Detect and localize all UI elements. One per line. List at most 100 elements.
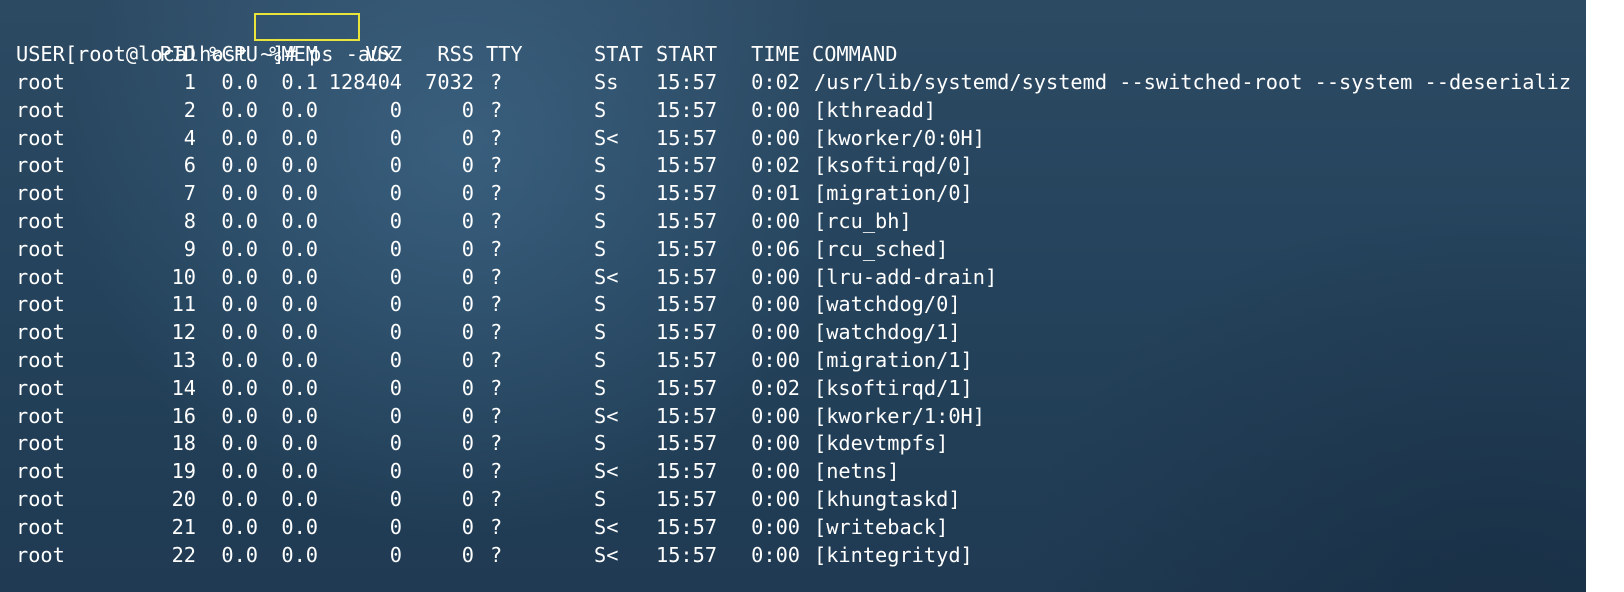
cell-stat: S — [594, 320, 607, 345]
cell-mem: 0.0 — [281, 264, 318, 289]
cell-tty: ? — [490, 153, 503, 178]
cell-cpu: 0.0 — [221, 487, 258, 511]
cell-time: 0:00 — [751, 292, 800, 317]
header-vsz: VSZ — [365, 42, 402, 66]
cell-user: root — [16, 487, 65, 511]
cell-time: 0:00 — [751, 97, 800, 122]
process-row: root 11 0.0 0.0 0 0 ? S 15:57 0:00 [watc… — [16, 290, 961, 318]
cell-mem: 0.0 — [281, 375, 318, 400]
cell-command: [ksoftirqd/1] — [814, 375, 973, 400]
cell-tty: ? — [490, 320, 503, 345]
cell-tty: ? — [490, 264, 503, 289]
cell-vsz: 0 — [389, 375, 402, 400]
cell-vsz: 128404 — [328, 70, 402, 94]
cell-user: root — [16, 431, 65, 456]
cell-mem: 0.0 — [281, 403, 318, 428]
process-row: root 4 0.0 0.0 0 0 ? S< 15:57 0:00 [kwor… — [16, 124, 985, 152]
cell-start: 15:57 — [656, 542, 718, 567]
cell-start: 15:57 — [656, 264, 718, 289]
header-user: USER — [16, 42, 65, 66]
cell-vsz: 0 — [389, 459, 402, 484]
cell-vsz: 0 — [389, 542, 402, 567]
cell-vsz: 0 — [389, 181, 402, 206]
cell-cpu: 0.0 — [221, 292, 258, 317]
cell-user: root — [16, 125, 65, 150]
cell-command: [ksoftirqd/0] — [814, 153, 973, 178]
cell-command: [kworker/0:0H] — [814, 125, 985, 150]
process-row: root 2 0.0 0.0 0 0 ? S 15:57 0:00 [kthre… — [16, 96, 936, 124]
cell-stat: S< — [594, 542, 619, 567]
cell-start: 15:57 — [656, 403, 718, 428]
cell-stat: S< — [594, 403, 619, 428]
cell-stat: S — [594, 181, 607, 206]
cell-cpu: 0.0 — [221, 70, 258, 94]
cell-user: root — [16, 403, 65, 428]
cell-time: 0:01 — [751, 181, 800, 206]
cell-start: 15:57 — [656, 153, 718, 178]
cell-stat: S — [594, 431, 607, 456]
cell-tty: ? — [490, 292, 503, 317]
cell-command: [writeback] — [814, 514, 949, 539]
cell-mem: 0.0 — [281, 181, 318, 206]
process-row: root 16 0.0 0.0 0 0 ? S< 15:57 0:00 [kwo… — [16, 402, 985, 430]
cell-tty: ? — [490, 236, 503, 261]
cell-pid: 14 — [171, 375, 196, 400]
header-tty: TTY — [486, 42, 523, 66]
header-cpu: %CPU — [209, 42, 258, 66]
cell-cpu: 0.0 — [221, 153, 258, 178]
process-row: root 13 0.0 0.0 0 0 ? S 15:57 0:00 [migr… — [16, 346, 973, 374]
cell-user: root — [16, 153, 65, 178]
cell-start: 15:57 — [656, 320, 718, 345]
cell-pid: 9 — [183, 236, 196, 261]
cell-command: [rcu_bh] — [814, 209, 912, 233]
cell-stat: S< — [594, 459, 619, 484]
cell-vsz: 0 — [389, 403, 402, 428]
cell-user: root — [16, 209, 65, 233]
window-edge — [1586, 0, 1624, 592]
cell-cpu: 0.0 — [221, 514, 258, 539]
cell-vsz: 0 — [389, 348, 402, 372]
cell-start: 15:57 — [656, 292, 718, 317]
cell-start: 15:57 — [656, 209, 718, 233]
cell-rss: 0 — [461, 97, 474, 122]
cell-start: 15:57 — [656, 181, 718, 206]
cell-time: 0:00 — [751, 487, 800, 511]
cell-start: 15:57 — [656, 375, 718, 400]
cell-user: root — [16, 97, 65, 122]
terminal-window[interactable]: [root@localhost ~]# ps -aux USER PID %CP… — [0, 0, 1624, 592]
cell-cpu: 0.0 — [221, 431, 258, 456]
cell-rss: 0 — [461, 542, 474, 567]
cell-pid: 13 — [171, 348, 196, 372]
cell-command: [watchdog/0] — [814, 292, 961, 317]
cell-mem: 0.0 — [281, 236, 318, 261]
cell-vsz: 0 — [389, 209, 402, 233]
cell-rss: 0 — [461, 459, 474, 484]
cell-tty: ? — [490, 348, 503, 372]
cell-start: 15:57 — [656, 236, 718, 261]
cell-cpu: 0.0 — [221, 348, 258, 372]
cell-pid: 21 — [171, 514, 196, 539]
process-row: root 14 0.0 0.0 0 0 ? S 15:57 0:02 [ksof… — [16, 374, 973, 402]
cell-vsz: 0 — [389, 125, 402, 150]
cell-rss: 0 — [461, 403, 474, 428]
cell-time: 0:00 — [751, 514, 800, 539]
cell-vsz: 0 — [389, 487, 402, 511]
cell-start: 15:57 — [656, 431, 718, 456]
cell-rss: 0 — [461, 487, 474, 511]
header-rss: RSS — [437, 42, 474, 66]
cell-user: root — [16, 459, 65, 484]
cell-stat: Ss — [594, 70, 619, 94]
cell-tty: ? — [490, 97, 503, 122]
cell-pid: 4 — [183, 125, 196, 150]
cell-command: /usr/lib/systemd/systemd --switched-root… — [814, 70, 1572, 94]
command-highlight-box — [254, 13, 360, 41]
cell-tty: ? — [490, 431, 503, 456]
cell-vsz: 0 — [389, 236, 402, 261]
cell-time: 0:00 — [751, 431, 800, 456]
cell-start: 15:57 — [656, 70, 718, 94]
cell-mem: 0.0 — [281, 431, 318, 456]
cell-time: 0:00 — [751, 459, 800, 484]
cell-command: [rcu_sched] — [814, 236, 949, 261]
header-start: START — [656, 42, 718, 66]
cell-pid: 22 — [171, 542, 196, 567]
